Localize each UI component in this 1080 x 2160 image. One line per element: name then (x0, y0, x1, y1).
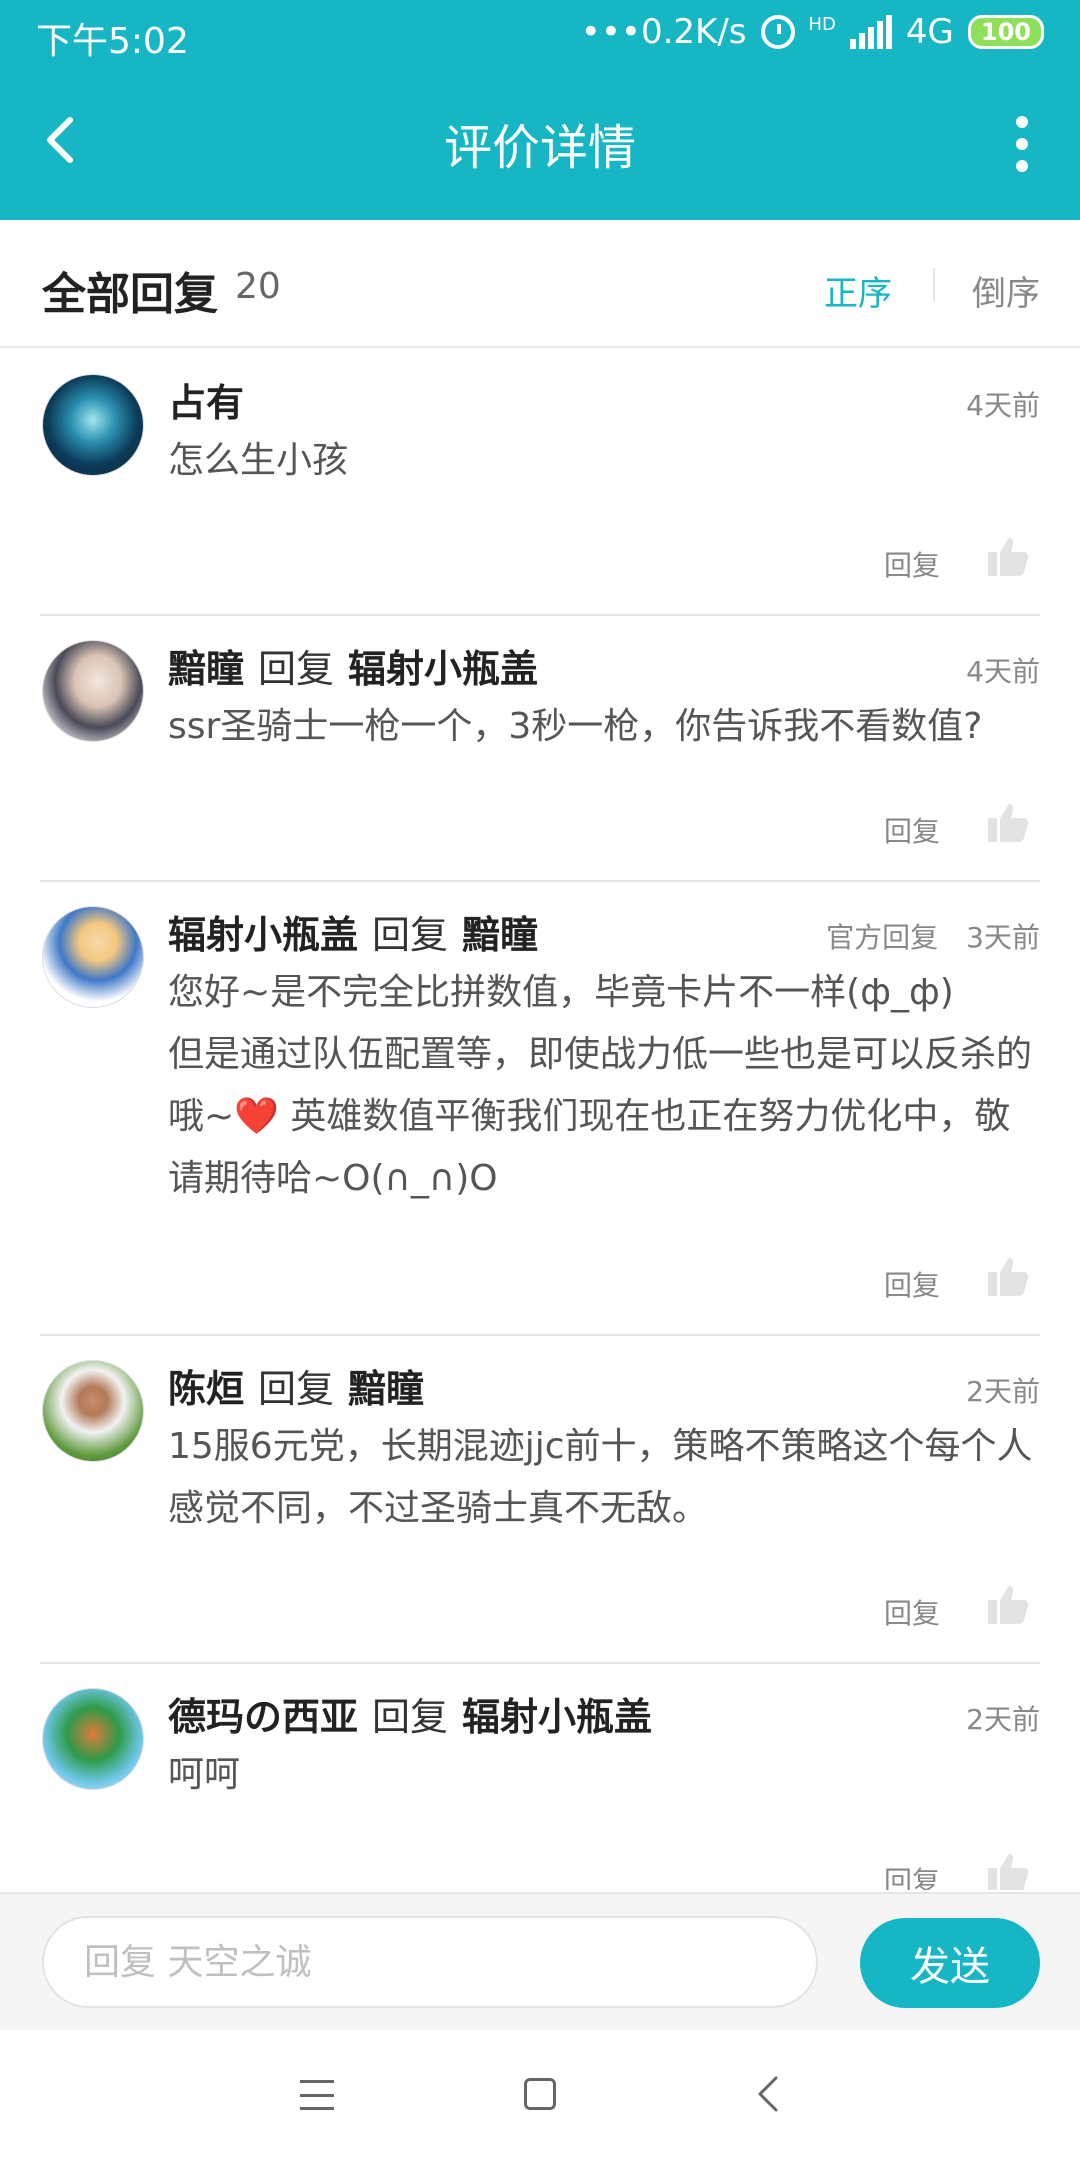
more-dot-icon (1016, 160, 1028, 172)
page-title: 评价详情 (443, 120, 636, 176)
reply-target[interactable]: 黯瞳 (462, 904, 538, 959)
alarm-clock-icon (760, 15, 795, 49)
sort-descending-button[interactable]: 倒序 (972, 266, 1040, 315)
comment-text: 呵呵 (168, 1754, 241, 1795)
comment-actions: 回复 (40, 514, 1040, 614)
system-nav-bar (0, 2030, 1080, 2160)
reply-input[interactable] (42, 1916, 818, 2008)
thumbs-up-icon[interactable] (986, 1850, 1030, 1890)
official-reply-tag: 官方回复 (826, 921, 939, 954)
comment-meta: 2天前 (966, 1370, 1040, 1410)
comment-time: 2天前 (966, 1375, 1040, 1408)
comment-time: 4天前 (966, 655, 1040, 688)
comment-header: 陈烜 回复 黯瞳 (168, 1358, 1040, 1416)
reply-target[interactable]: 辐射小瓶盖 (462, 1686, 652, 1741)
comment-time: 2天前 (966, 1703, 1040, 1736)
reply-button[interactable]: 回复 (884, 810, 940, 850)
reply-word: 回复 (372, 1695, 449, 1739)
network-type: 4G (905, 12, 954, 52)
comment-author[interactable]: 占有 (168, 372, 244, 427)
comment-author[interactable]: 辐射小瓶盖 (168, 904, 358, 959)
comment-author[interactable]: 德玛の西亚 (168, 1686, 358, 1741)
comment-text: 怎么生小孩 (168, 440, 349, 481)
avatar[interactable] (42, 1360, 144, 1462)
comment-item: 陈烜 回复 黯瞳 2天前 15服6元党，长期混迹jjc前十，策略不策略这个每个人… (40, 1336, 1040, 1664)
comment-actions: 回复 (40, 1234, 1040, 1334)
thumbs-up-icon[interactable] (986, 534, 1030, 578)
comment-header: 黯瞳 回复 辐射小瓶盖 (168, 638, 1040, 696)
battery-indicator: 100 (967, 15, 1044, 49)
comment-item: 黯瞳 回复 辐射小瓶盖 4天前 ssr圣骑士一枪一个，3秒一枪，你告诉我不看数值… (40, 616, 1040, 882)
hd-label: HD (808, 14, 836, 35)
reply-word: 回复 (258, 1367, 335, 1411)
signal-icon (849, 15, 892, 49)
comments-list[interactable]: 占有 4天前 怎么生小孩 回复 黯瞳 回复 辐射小瓶盖 4天前 ssr圣骑士一枪… (0, 350, 1080, 1890)
replies-count: 20 (235, 266, 281, 307)
network-speed: •••0.2K/s (580, 12, 747, 52)
comment-actions: 回复 (40, 1562, 1040, 1662)
more-dot-icon (1016, 116, 1028, 128)
send-button[interactable]: 发送 (860, 1918, 1040, 2008)
reply-target[interactable]: 辐射小瓶盖 (348, 638, 538, 693)
avatar[interactable] (42, 640, 144, 742)
reply-word: 回复 (372, 913, 449, 957)
comment-author[interactable]: 黯瞳 (168, 638, 244, 693)
thumbs-up-icon[interactable] (986, 800, 1030, 844)
comment-meta: 官方回复 3天前 (826, 916, 1040, 956)
avatar[interactable] (42, 906, 144, 1008)
reply-input-bar: 发送 (0, 1892, 1080, 2030)
sort-ascending-button[interactable]: 正序 (824, 266, 892, 315)
more-options-button[interactable] (1014, 116, 1030, 172)
back-nav-icon[interactable] (756, 2076, 780, 2112)
comment-header: 占有 (168, 372, 1040, 430)
home-icon[interactable] (524, 2078, 556, 2110)
avatar[interactable] (42, 374, 144, 476)
comment-text: ssr圣骑士一枪一个，3秒一枪，你告诉我不看数值? (168, 706, 983, 747)
comment-meta: 4天前 (966, 384, 1040, 424)
title-bar: 评价详情 (0, 70, 1080, 220)
reply-target[interactable]: 黯瞳 (348, 1358, 424, 1413)
reply-button[interactable]: 回复 (884, 1592, 940, 1632)
comment-text: 15服6元党，长期混迹jjc前十，策略不策略这个每个人感觉不同，不过圣骑士真不无… (168, 1426, 1033, 1529)
menu-icon[interactable] (300, 2080, 334, 2110)
status-time: 下午5:02 (36, 21, 189, 62)
comment-time: 4天前 (966, 389, 1040, 422)
replies-title: 全部回复 (42, 269, 218, 320)
reply-button[interactable]: 回复 (884, 544, 940, 584)
thumbs-up-icon[interactable] (986, 1582, 1030, 1626)
sort-divider (933, 268, 935, 302)
comment-text: 您好~是不完全比拼数值，毕竟卡片不一样(ф_ф) 但是通过队伍配置等，即使战力低… (168, 972, 1033, 1199)
comment-meta: 4天前 (966, 650, 1040, 690)
status-bar: 下午5:02 •••0.2K/s HD 4G 100 (0, 0, 1080, 70)
reply-button[interactable]: 回复 (884, 1264, 940, 1304)
comment-meta: 2天前 (966, 1698, 1040, 1738)
comment-author[interactable]: 陈烜 (168, 1358, 244, 1413)
reply-button[interactable]: 回复 (884, 1860, 940, 1890)
comment-item: 辐射小瓶盖 回复 黯瞳 官方回复 3天前 您好~是不完全比拼数值，毕竟卡片不一样… (40, 882, 1040, 1336)
more-dot-icon (1016, 138, 1028, 150)
thumbs-up-icon[interactable] (986, 1254, 1030, 1298)
comment-actions: 回复 (40, 780, 1040, 880)
comment-time: 3天前 (966, 921, 1040, 954)
status-right: •••0.2K/s HD 4G 100 (581, 12, 1044, 52)
reply-word: 回复 (258, 647, 335, 691)
comment-header: 德玛の西亚 回复 辐射小瓶盖 (168, 1686, 1040, 1744)
avatar[interactable] (42, 1688, 144, 1790)
comment-item: 占有 4天前 怎么生小孩 回复 (40, 350, 1040, 616)
comment-actions: 回复 (40, 1830, 1040, 1890)
comment-item: 德玛の西亚 回复 辐射小瓶盖 2天前 呵呵 回复 (40, 1664, 1040, 1890)
replies-header: 全部回复 20 正序 倒序 (0, 220, 1080, 348)
top-bar: 下午5:02 •••0.2K/s HD 4G 100 评价详情 (0, 0, 1080, 220)
